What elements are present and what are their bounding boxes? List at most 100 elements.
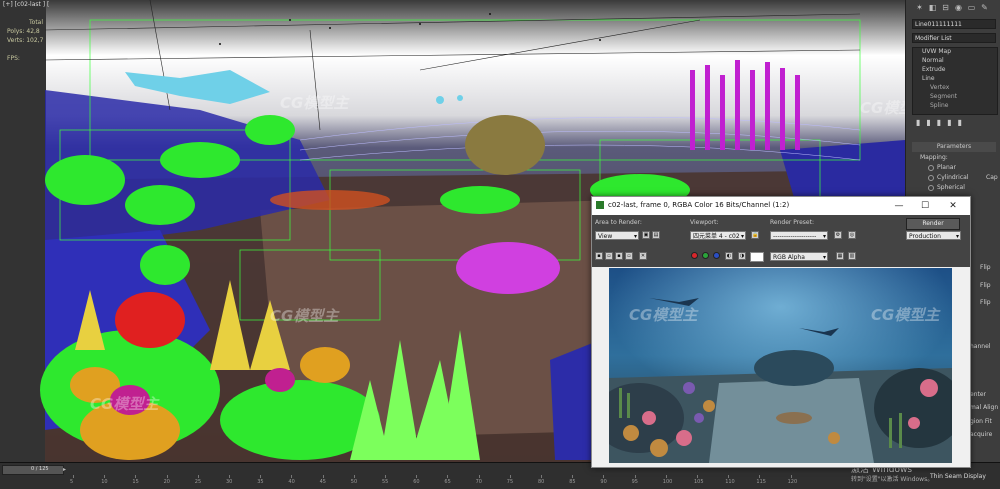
hierarchy-tab-icon[interactable]: ⊟	[940, 3, 951, 13]
mapping-spherical-radio[interactable]: Spherical	[928, 184, 965, 191]
app-icon	[596, 201, 604, 209]
watermark-text: CG模型主	[860, 99, 905, 117]
save-image-icon[interactable]: ▪	[595, 252, 603, 260]
viewport-dropdown[interactable]: 四元菜单 4 - c02	[690, 231, 746, 240]
clone-window-icon[interactable]: ▪	[615, 252, 623, 260]
timeline-tick-mark	[322, 475, 324, 478]
timeline-tick-label: 75	[506, 479, 514, 485]
stack-item-line[interactable]: Line	[922, 75, 935, 82]
display-channel-dropdown[interactable]: RGB Alpha	[770, 252, 828, 261]
stack-item-segment[interactable]: Segment	[930, 93, 957, 100]
display-tab-icon[interactable]: ▭	[966, 3, 977, 13]
activate-windows-hint: 转到"设置"以激活 Windows。	[851, 476, 934, 483]
stack-toolbar-icons[interactable]: ▮▮▮▮▮	[916, 118, 992, 128]
toggle-ui-icon[interactable]: ▥	[848, 252, 856, 260]
timeline-tick-label: 30	[226, 479, 233, 485]
mapping-cylindrical-radio[interactable]: Cylindrical	[928, 174, 968, 181]
lock-icon[interactable]: 🔒	[751, 231, 759, 239]
timeline-tick-mark	[229, 475, 230, 478]
maximize-button[interactable]: ☐	[914, 198, 936, 214]
render-frame-window[interactable]: c02-last, frame 0, RGBA Color 16 Bits/Ch…	[591, 196, 971, 468]
color-swatch[interactable]	[750, 252, 764, 262]
object-name-field[interactable]: Line011111111	[912, 19, 996, 29]
stat-verts: Verts: 102,7	[7, 37, 44, 44]
render-window-titlebar[interactable]: c02-last, frame 0, RGBA Color 16 Bits/Ch…	[592, 197, 970, 215]
render-mode-dropdown[interactable]: Production	[906, 231, 961, 240]
render-setup-icon[interactable]: ⚙	[834, 231, 842, 239]
region-fit-button[interactable]: gion Fit	[970, 418, 992, 425]
mapping-planar-radio[interactable]: Planar	[928, 164, 956, 171]
timeline-tick-label: 20	[163, 479, 170, 485]
render-toolbar: Area to Render: View ▣ ▤ Viewport: 四元菜单 …	[592, 215, 970, 267]
flip-checkbox-u[interactable]: Flip	[980, 264, 991, 271]
normal-align-button[interactable]: mal Align	[970, 404, 998, 411]
watermark-text: CG模型主	[629, 306, 698, 324]
timeline-tick-mark	[759, 475, 761, 478]
watermark-text: CG模型主	[280, 94, 349, 112]
timeline-tick-mark	[447, 475, 449, 478]
modifier-list-dropdown[interactable]: Modifier List	[912, 33, 996, 43]
time-slider[interactable]: 0 / 125	[2, 465, 64, 475]
rendered-underwater-scene	[609, 268, 952, 463]
timeline-tick-label: 40	[288, 479, 295, 485]
timeline-tick-mark	[385, 475, 386, 478]
acquire-button[interactable]: acquire	[970, 431, 992, 438]
timeline-tick-label: 105	[694, 479, 704, 485]
cap-checkbox-label[interactable]: Cap	[986, 174, 998, 181]
timeline-tick-label: 95	[631, 479, 638, 485]
minimize-button[interactable]: —	[888, 198, 910, 214]
create-tab-icon[interactable]: ✶	[914, 3, 925, 13]
stack-item-normal[interactable]: Normal	[922, 57, 944, 64]
timeline-tick-label: 65	[444, 479, 451, 485]
timeline-tick-label: 10	[101, 479, 108, 485]
render-preset-dropdown[interactable]: --------------------	[770, 231, 828, 240]
render-window-title: c02-last, frame 0, RGBA Color 16 Bits/Ch…	[608, 201, 790, 209]
blue-channel-toggle[interactable]	[713, 252, 720, 259]
utilities-tab-icon[interactable]: ✎	[979, 3, 990, 13]
close-button[interactable]: ✕	[942, 198, 964, 214]
render-preset-label: Render Preset:	[770, 219, 814, 226]
timeline-tick-label: 85	[569, 479, 576, 485]
mapping-label: Mapping:	[920, 154, 948, 161]
area-to-render-dropdown[interactable]: View	[595, 231, 639, 240]
flip-checkbox-v[interactable]: Flip	[980, 282, 991, 289]
timeline-tick-mark	[728, 475, 730, 478]
center-button[interactable]: enter	[970, 391, 986, 398]
timeline-tick-mark	[572, 475, 574, 478]
green-channel-toggle[interactable]	[702, 252, 709, 259]
stack-item-spline[interactable]: Spline	[930, 102, 948, 109]
stat-fps: FPS:	[7, 55, 20, 62]
clear-icon[interactable]: ✕	[639, 252, 647, 260]
timeline-tick-mark	[603, 475, 605, 478]
copy-image-icon[interactable]: ▫	[605, 252, 613, 260]
timeline-tick-mark	[634, 475, 636, 478]
motion-tab-icon[interactable]: ◉	[953, 3, 964, 13]
stack-item-vertex[interactable]: Vertex	[930, 84, 949, 91]
red-channel-toggle[interactable]	[691, 252, 698, 259]
monochrome-icon[interactable]: ◑	[738, 252, 746, 260]
watermark-text: CG模型主	[871, 306, 940, 324]
timeline-tick-mark	[260, 475, 262, 478]
thin-seam-display-label: Thin Seam Display	[930, 473, 986, 480]
stack-item-uvw-map[interactable]: UVW Map	[922, 48, 951, 55]
next-frame-icon[interactable]: ▸	[63, 466, 66, 473]
alpha-channel-icon[interactable]: ◐	[725, 252, 733, 260]
timeline-tick-label: 100	[662, 479, 673, 485]
stack-item-extrude[interactable]: Extrude	[922, 66, 945, 73]
timeline-tick-label: 25	[194, 479, 202, 485]
environment-icon[interactable]: ◎	[848, 231, 856, 239]
timeline-tick-label: 15	[132, 479, 139, 485]
render-button[interactable]: Render	[906, 218, 960, 230]
toggle-ui-overlay-icon[interactable]: ▦	[836, 252, 844, 260]
timeline-tick-mark	[166, 475, 168, 478]
print-icon[interactable]: ▫	[625, 252, 633, 260]
flip-checkbox-w[interactable]: Flip	[980, 299, 991, 306]
timeline-tick-mark	[697, 475, 698, 478]
viewport-label[interactable]: [+] [c02-last ] [	[3, 1, 49, 8]
edit-region-icon[interactable]: ▣	[642, 231, 650, 239]
parameters-rollout-header[interactable]: Parameters	[912, 142, 996, 152]
timeline-tick-mark	[478, 475, 480, 478]
timeline-tick-mark	[416, 475, 418, 478]
auto-region-icon[interactable]: ▤	[652, 231, 660, 239]
modify-tab-icon[interactable]: ◧	[927, 3, 938, 13]
